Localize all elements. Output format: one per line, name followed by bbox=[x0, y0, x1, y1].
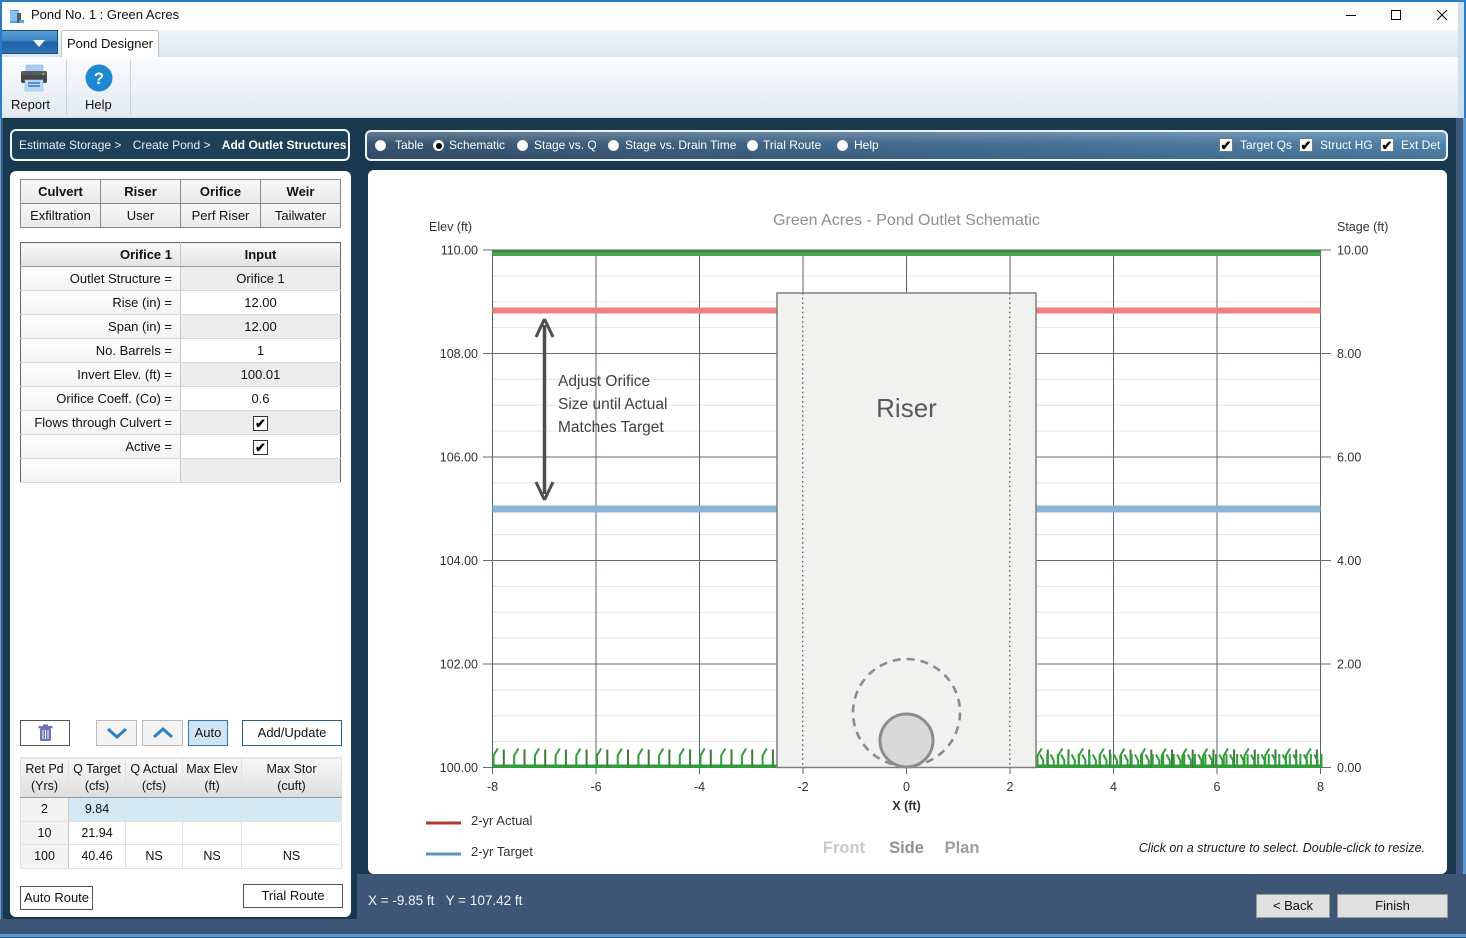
svg-text:110.00: 110.00 bbox=[441, 244, 478, 258]
svg-text:2: 2 bbox=[1007, 780, 1014, 794]
svg-text:0.00: 0.00 bbox=[1337, 761, 1361, 775]
svg-text:-2: -2 bbox=[797, 780, 808, 794]
svg-text:2-yr Target: 2-yr Target bbox=[471, 844, 533, 859]
svg-text:0: 0 bbox=[903, 780, 910, 794]
svg-text:10.00: 10.00 bbox=[1337, 244, 1368, 258]
svg-text:2.00: 2.00 bbox=[1337, 658, 1361, 672]
svg-text:102.00: 102.00 bbox=[440, 658, 478, 672]
svg-text:Riser: Riser bbox=[876, 393, 937, 423]
svg-text:104.00: 104.00 bbox=[440, 554, 478, 568]
svg-text:6.00: 6.00 bbox=[1337, 451, 1361, 465]
svg-text:8: 8 bbox=[1317, 780, 1324, 794]
svg-text:X (ft): X (ft) bbox=[892, 799, 920, 813]
svg-text:Elev (ft): Elev (ft) bbox=[429, 220, 472, 234]
svg-text:Size until Actual: Size until Actual bbox=[558, 396, 667, 413]
svg-text:-8: -8 bbox=[487, 780, 498, 794]
svg-text:Adjust Orifice: Adjust Orifice bbox=[558, 373, 650, 390]
svg-text:Matches Target: Matches Target bbox=[558, 419, 664, 436]
svg-text:108.00: 108.00 bbox=[440, 347, 478, 361]
svg-text:-4: -4 bbox=[694, 780, 705, 794]
svg-text:Stage (ft): Stage (ft) bbox=[1337, 220, 1388, 234]
svg-text:Plan: Plan bbox=[945, 839, 980, 857]
svg-text:Front: Front bbox=[823, 839, 866, 857]
svg-text:-6: -6 bbox=[590, 780, 601, 794]
svg-text:Side: Side bbox=[889, 839, 924, 857]
svg-text:8.00: 8.00 bbox=[1337, 347, 1361, 361]
svg-text:6: 6 bbox=[1214, 780, 1221, 794]
svg-text:Click on a structure to select: Click on a structure to select. Double-c… bbox=[1139, 841, 1425, 855]
svg-text:4: 4 bbox=[1110, 780, 1117, 794]
svg-text:?: ? bbox=[94, 69, 104, 88]
svg-text:2-yr Actual: 2-yr Actual bbox=[471, 813, 533, 828]
svg-text:4.00: 4.00 bbox=[1337, 554, 1361, 568]
svg-text:106.00: 106.00 bbox=[440, 451, 478, 465]
svg-text:Green Acres - Pond Outlet Sche: Green Acres - Pond Outlet Schematic bbox=[773, 212, 1040, 229]
svg-text:100.00: 100.00 bbox=[440, 761, 478, 775]
